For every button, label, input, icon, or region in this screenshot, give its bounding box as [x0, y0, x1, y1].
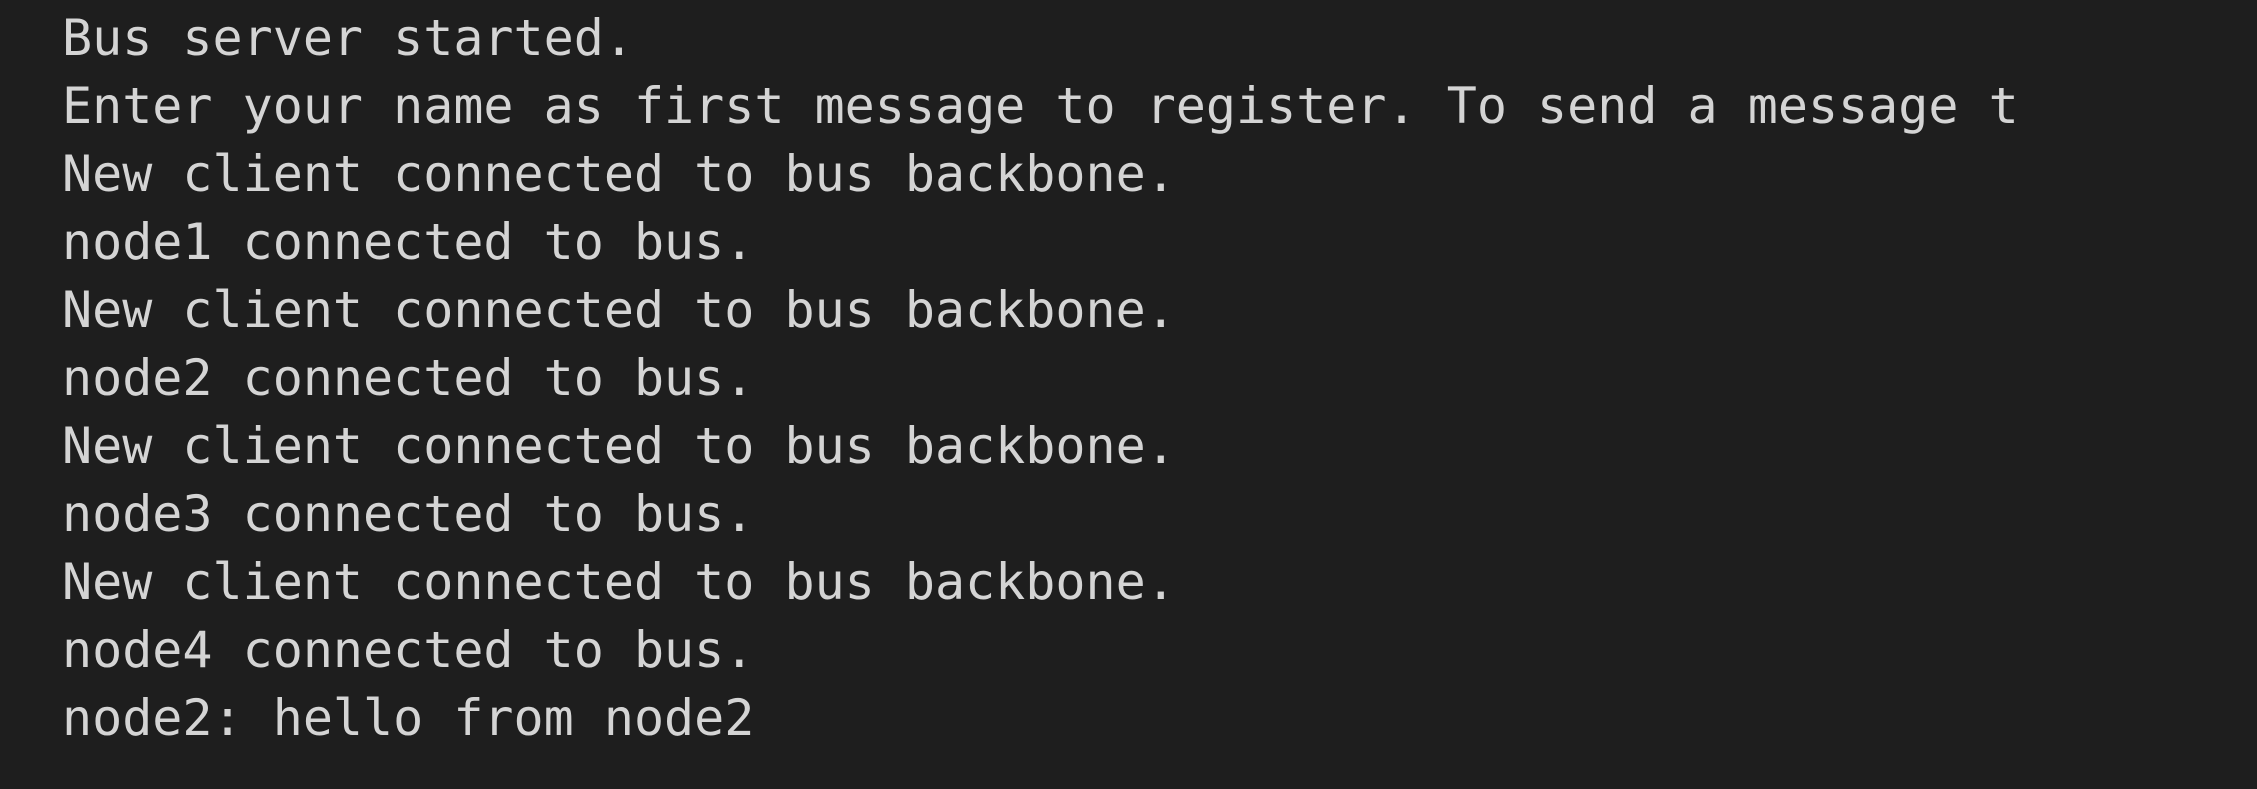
terminal-line: New client connected to bus backbone.: [62, 145, 1176, 203]
terminal-line: New client connected to bus backbone.: [62, 417, 1176, 475]
terminal-output: Bus server started. Enter your name as f…: [62, 4, 2257, 752]
terminal-line: node2 connected to bus.: [62, 349, 755, 407]
terminal-line: New client connected to bus backbone.: [62, 281, 1176, 339]
terminal-line: node3 connected to bus.: [62, 485, 755, 543]
terminal-line: Enter your name as first message to regi…: [62, 77, 2019, 135]
terminal-line: New client connected to bus backbone.: [62, 553, 1176, 611]
terminal-line: node1 connected to bus.: [62, 213, 755, 271]
terminal-window[interactable]: Bus server started. Enter your name as f…: [0, 0, 2257, 789]
terminal-line: node4 connected to bus.: [62, 621, 755, 679]
terminal-line: Bus server started.: [62, 9, 634, 67]
terminal-line: node2: hello from node2: [62, 689, 755, 747]
